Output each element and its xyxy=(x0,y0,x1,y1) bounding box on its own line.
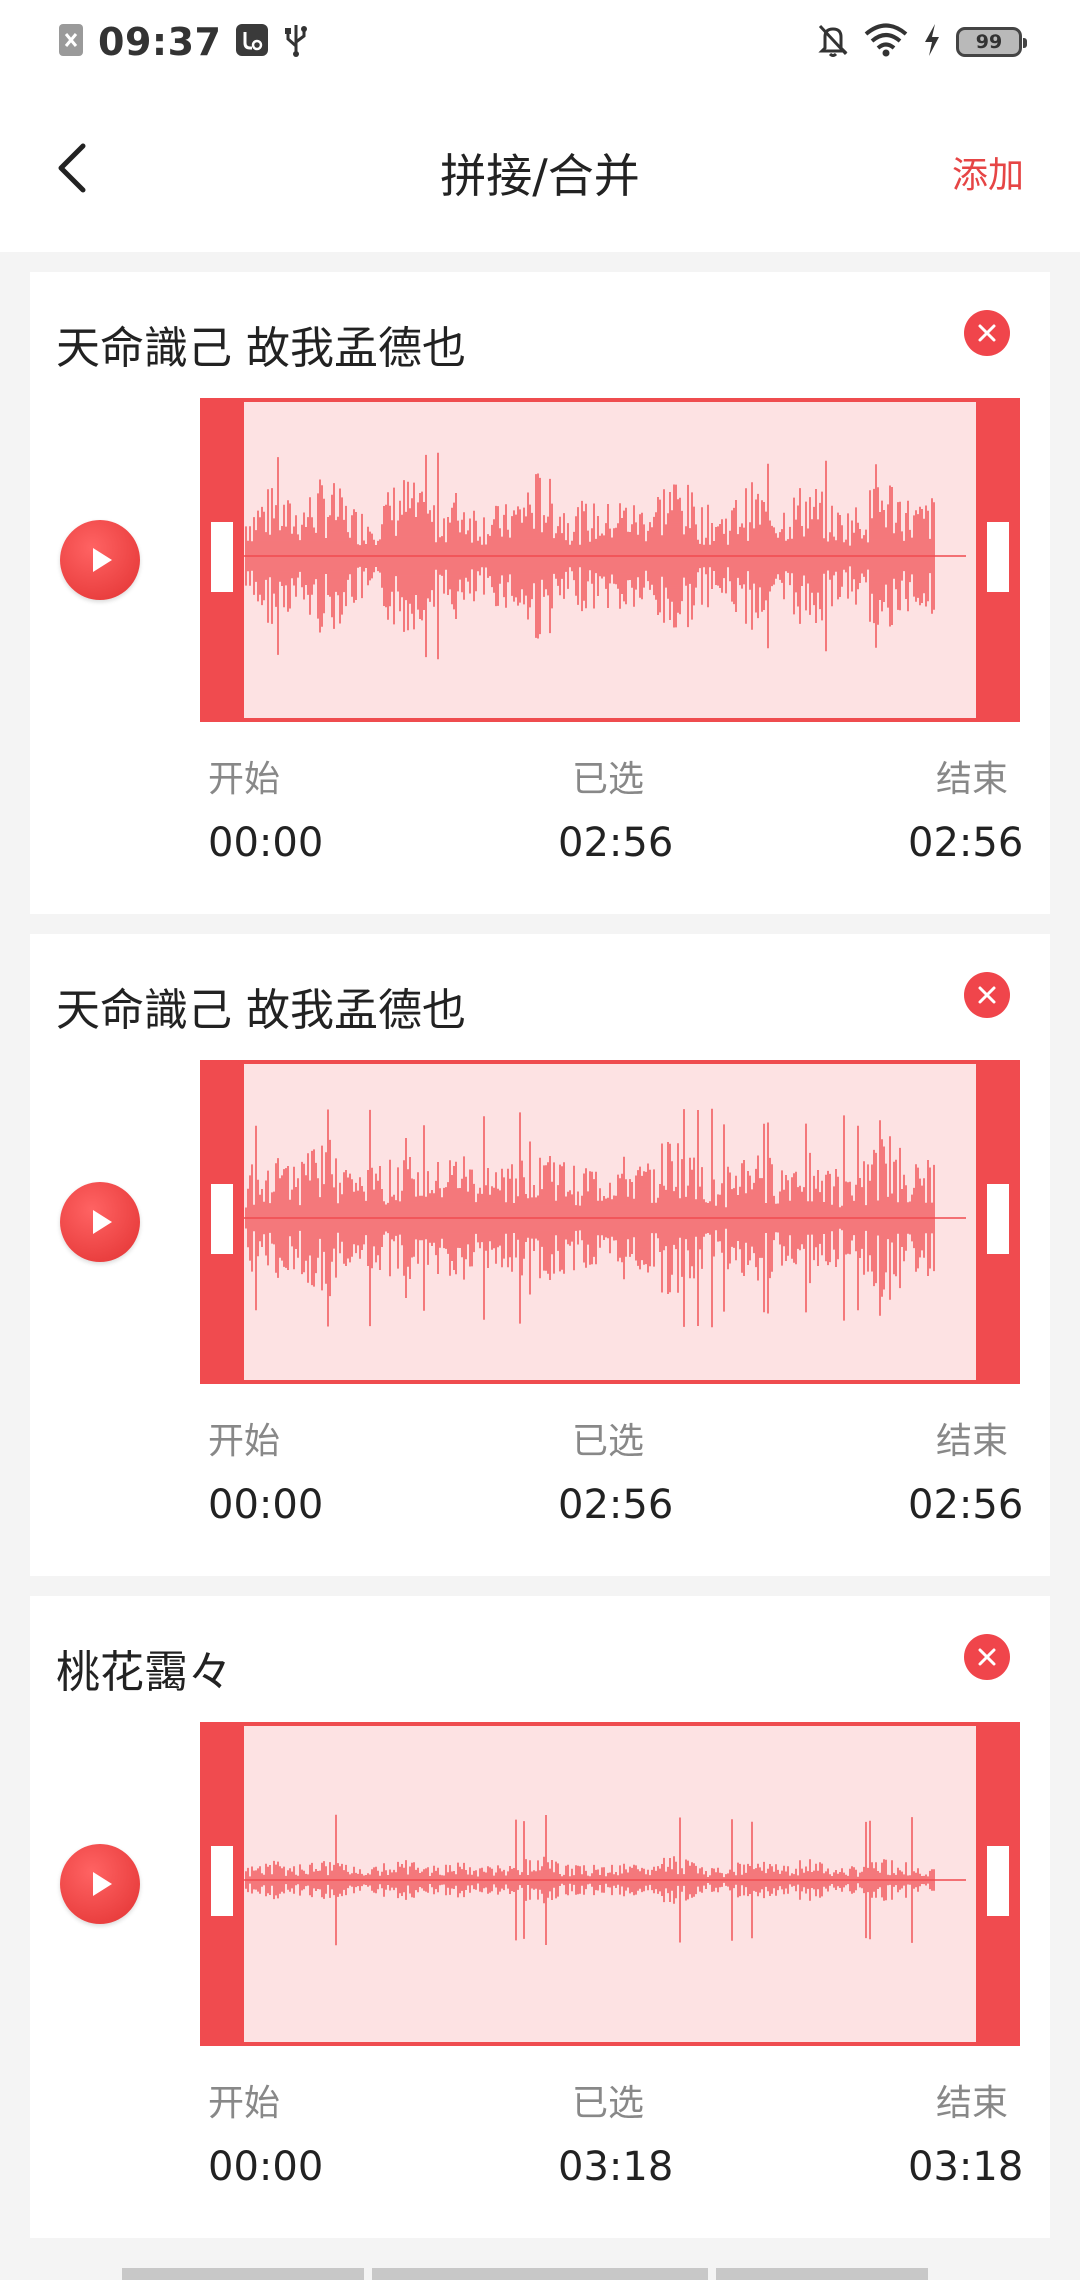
waveform xyxy=(244,452,966,660)
end-time: 03:18 xyxy=(908,2144,1024,2190)
clip-card: 天命識己 故我孟德也 开始 已选 结束 00:00 02:56 02:56 xyxy=(30,934,1050,1576)
end-time: 02:56 xyxy=(908,1482,1024,1528)
waveform xyxy=(244,1814,966,1946)
trim-handle-start[interactable] xyxy=(200,398,244,722)
start-label: 开始 xyxy=(208,759,281,800)
play-button[interactable] xyxy=(60,520,140,600)
remove-clip-button[interactable] xyxy=(964,1634,1010,1680)
end-time: 02:56 xyxy=(908,820,1024,866)
bottom-tab-strip xyxy=(0,2268,1080,2280)
start-time: 00:00 xyxy=(208,1482,324,1528)
nav-bar: 拼接/合并 添加 xyxy=(0,84,1080,252)
selected-time: 02:56 xyxy=(558,1482,674,1528)
play-icon xyxy=(93,1872,112,1896)
battery-indicator: 99 xyxy=(956,27,1027,57)
end-label: 结束 xyxy=(936,1421,1009,1462)
selected-time: 03:18 xyxy=(558,2144,674,2190)
clip-title: 天命識己 故我孟德也 xyxy=(56,323,466,374)
clip-title: 天命識己 故我孟德也 xyxy=(56,985,466,1036)
play-button[interactable] xyxy=(60,1182,140,1262)
trim-handle-start[interactable] xyxy=(200,1060,244,1384)
usb-icon xyxy=(283,22,309,62)
add-button[interactable]: 添加 xyxy=(952,146,1024,198)
waveform-trimmer[interactable] xyxy=(200,1722,1020,2046)
clip-card: 天命識己 故我孟德也 开始 已选 结束 00:00 02:56 02:56 xyxy=(30,272,1050,914)
close-icon xyxy=(978,324,996,342)
bell-off-icon xyxy=(816,22,850,62)
selected-label: 已选 xyxy=(572,2083,645,2124)
end-label: 结束 xyxy=(936,759,1009,800)
start-label: 开始 xyxy=(208,1421,281,1462)
trim-handle-end[interactable] xyxy=(976,1722,1020,2046)
status-time: 09:37 xyxy=(98,20,222,64)
page-title: 拼接/合并 xyxy=(440,149,640,203)
status-bar: 09:37 99 xyxy=(0,0,1080,84)
waveform-trimmer[interactable] xyxy=(200,398,1020,722)
trim-handle-end[interactable] xyxy=(976,398,1020,722)
usb-debug-icon xyxy=(235,23,269,61)
play-button[interactable] xyxy=(60,1844,140,1924)
charging-bolt-icon xyxy=(922,23,942,61)
close-icon xyxy=(978,1648,996,1666)
remove-clip-button[interactable] xyxy=(964,310,1010,356)
close-icon xyxy=(978,986,996,1004)
play-icon xyxy=(93,548,112,572)
trim-handle-start[interactable] xyxy=(200,1722,244,2046)
start-time: 00:00 xyxy=(208,820,324,866)
start-time: 00:00 xyxy=(208,2144,324,2190)
selected-label: 已选 xyxy=(572,759,645,800)
end-label: 结束 xyxy=(936,2083,1009,2124)
play-icon xyxy=(93,1210,112,1234)
start-label: 开始 xyxy=(208,2083,281,2124)
waveform-trimmer[interactable] xyxy=(200,1060,1020,1384)
remove-clip-button[interactable] xyxy=(964,972,1010,1018)
trim-handle-end[interactable] xyxy=(976,1060,1020,1384)
wifi-icon xyxy=(864,23,908,61)
close-box-icon xyxy=(58,23,84,61)
selected-label: 已选 xyxy=(572,1421,645,1462)
clip-title: 桃花靄々 xyxy=(56,1647,232,1698)
clip-card: 桃花靄々 开始 已选 结束 00:00 03:18 03:18 xyxy=(30,1596,1050,2238)
waveform xyxy=(244,1108,966,1328)
selected-time: 02:56 xyxy=(558,820,674,866)
